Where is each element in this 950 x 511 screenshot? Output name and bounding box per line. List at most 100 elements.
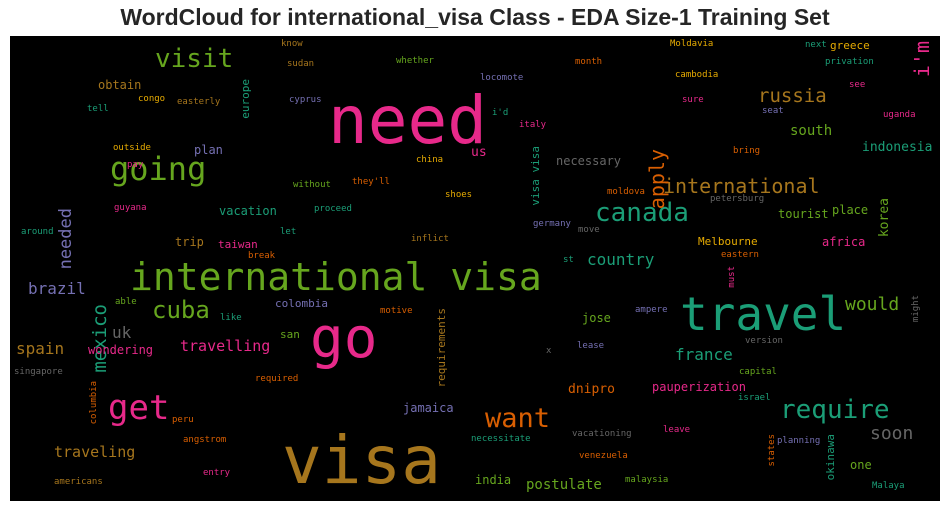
word-needed: needed bbox=[56, 208, 76, 270]
word-let: let bbox=[280, 227, 297, 237]
word-see: see bbox=[849, 80, 866, 90]
word-spain: spain bbox=[16, 339, 65, 358]
word-easterly: easterly bbox=[177, 97, 221, 107]
word-go: go bbox=[310, 306, 378, 371]
word-africa: africa bbox=[822, 235, 866, 249]
word-going: going bbox=[110, 150, 207, 188]
word-visa: visa bbox=[282, 422, 441, 499]
word-americans: americans bbox=[54, 477, 103, 487]
word-month: month bbox=[575, 57, 603, 67]
word-columbia: columbia bbox=[89, 381, 99, 425]
word-move: move bbox=[578, 225, 600, 235]
word-germany: germany bbox=[533, 219, 571, 229]
word-need: need bbox=[328, 82, 487, 159]
word-cloud: need visa international visa travel go get goi… bbox=[10, 36, 940, 501]
word-want: want bbox=[485, 403, 551, 434]
word-dnipro: dnipro bbox=[568, 382, 615, 397]
word-sudan: sudan bbox=[287, 59, 315, 69]
word-angstrom: angstrom bbox=[183, 435, 227, 445]
word-locomote: locomote bbox=[480, 73, 524, 83]
word-korea: korea bbox=[877, 198, 892, 238]
word-tourist: tourist bbox=[778, 207, 829, 221]
word-israel: israel bbox=[738, 393, 771, 403]
word-necessary: necessary bbox=[556, 154, 622, 168]
word-visa-visa: visa visa bbox=[529, 146, 542, 206]
word-sure: sure bbox=[682, 95, 704, 105]
word-vacation: vacation bbox=[219, 204, 277, 218]
word-they-ll: they'll bbox=[352, 177, 390, 187]
word-san: san bbox=[280, 328, 300, 341]
word-europe: europe bbox=[239, 79, 252, 119]
word-uk: uk bbox=[112, 323, 132, 342]
word-i-m: i'm bbox=[910, 41, 934, 78]
word-canada: canada bbox=[595, 198, 689, 228]
chart-title: WordCloud for international_visa Class -… bbox=[120, 4, 830, 30]
word-entry: entry bbox=[203, 468, 231, 478]
word-able: able bbox=[115, 297, 137, 307]
word-around: around bbox=[21, 227, 54, 237]
word-cyprus: cyprus bbox=[289, 95, 322, 105]
word-russia: russia bbox=[758, 85, 827, 107]
word-greece: greece bbox=[830, 39, 870, 52]
word-visit: visit bbox=[155, 44, 234, 74]
word-shoes: shoes bbox=[445, 190, 473, 200]
word-international-visa: international visa bbox=[130, 255, 542, 299]
word-apply: apply bbox=[645, 149, 669, 210]
word-cambodia: cambodia bbox=[675, 70, 719, 80]
word-planning: planning bbox=[777, 436, 821, 446]
word-france: france bbox=[675, 345, 733, 364]
word-trip: trip bbox=[175, 235, 204, 249]
word-necessitate: necessitate bbox=[471, 434, 531, 444]
word-south: south bbox=[790, 123, 833, 139]
word-peru: peru bbox=[172, 415, 194, 425]
word-capital: capital bbox=[739, 367, 777, 377]
word-plan: plan bbox=[194, 143, 223, 157]
word-outside: outside bbox=[113, 143, 151, 153]
word-taiwan: taiwan bbox=[218, 238, 258, 251]
word-bring: bring bbox=[733, 146, 761, 156]
word-i-d: i'd bbox=[492, 108, 509, 118]
word-seat: seat bbox=[762, 106, 784, 116]
word-malaya: Malaya bbox=[872, 481, 905, 491]
word-colombia: colombia bbox=[275, 297, 328, 310]
word-like: like bbox=[220, 313, 242, 323]
word-motive: motive bbox=[380, 306, 413, 316]
word-inflict: inflict bbox=[411, 234, 449, 244]
word-get: get bbox=[108, 388, 170, 428]
word-requirements: requirements bbox=[435, 308, 448, 388]
word-guyana: guyana bbox=[114, 203, 147, 213]
word-wondering: wondering bbox=[88, 343, 154, 357]
word-require: require bbox=[780, 395, 890, 425]
word-india: india bbox=[475, 473, 512, 487]
word-cuba: cuba bbox=[152, 296, 210, 324]
word-place: place bbox=[832, 203, 869, 217]
word-singapore: singapore bbox=[14, 367, 63, 377]
word-brazil: brazil bbox=[28, 279, 86, 298]
word-country: country bbox=[587, 250, 655, 269]
word-proceed: proceed bbox=[314, 204, 352, 214]
word-x: x bbox=[546, 346, 552, 356]
word-petersburg: petersburg bbox=[710, 194, 765, 204]
word-jose: jose bbox=[582, 311, 611, 325]
word-whether: whether bbox=[396, 56, 434, 66]
word-uganda: uganda bbox=[883, 110, 916, 120]
word-traveling: traveling bbox=[54, 443, 136, 461]
word-break: break bbox=[248, 251, 276, 261]
word-st: st bbox=[563, 255, 574, 265]
word-china: china bbox=[416, 155, 444, 165]
word-congo: congo bbox=[138, 94, 166, 104]
word-okinawa: okinawa bbox=[824, 434, 837, 481]
word-might: might bbox=[911, 295, 921, 323]
word-soon: soon bbox=[870, 423, 914, 444]
word-must: must bbox=[727, 266, 737, 288]
word-international: international bbox=[663, 174, 820, 198]
word-malaysia: malaysia bbox=[625, 475, 669, 485]
word-would: would bbox=[845, 294, 900, 315]
word-without: without bbox=[293, 180, 331, 190]
word-mexico: mexico bbox=[89, 304, 111, 373]
word-one: one bbox=[850, 458, 872, 472]
word-lease: lease bbox=[577, 341, 605, 351]
word-us: us bbox=[471, 145, 487, 160]
word-tell: tell bbox=[87, 104, 109, 114]
word-know: know bbox=[281, 39, 303, 49]
